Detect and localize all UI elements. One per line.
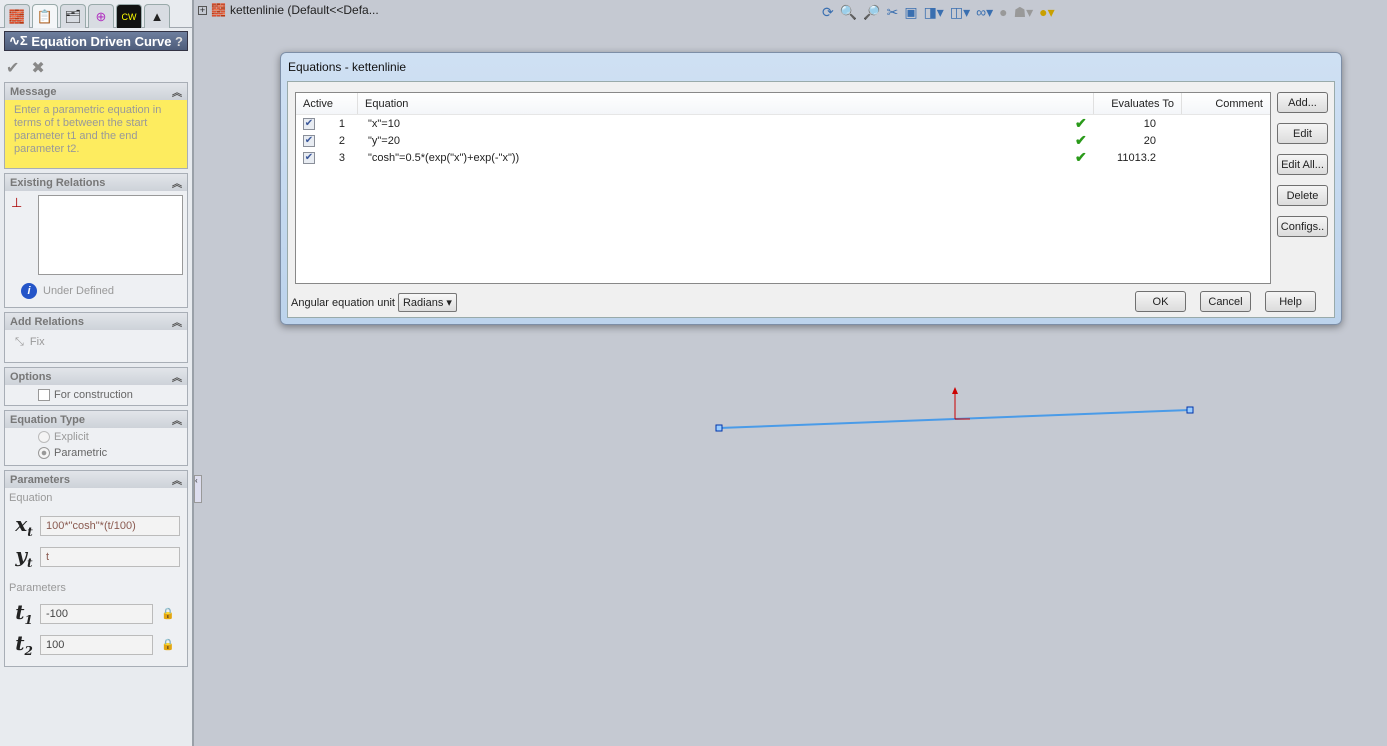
angular-unit-label: Angular equation unit — [291, 296, 395, 309]
dialog-title: Equations - kettenlinie — [288, 60, 407, 74]
col-evaluates[interactable]: Evaluates To — [1094, 93, 1182, 114]
cancel-button[interactable]: Cancel — [1200, 291, 1251, 312]
valid-check-icon: ✔ — [1075, 115, 1087, 131]
equations-dialog: Equations - kettenlinie Active Equation … — [280, 52, 1342, 325]
valid-check-icon: ✔ — [1075, 149, 1087, 165]
equation-row[interactable]: ✔ 1 "x"=10 ✔ 10 — [296, 115, 1270, 132]
active-checkbox[interactable]: ✔ — [303, 151, 315, 164]
evaluated-value: 20 — [1143, 134, 1156, 147]
angular-unit-select[interactable]: Radians ▾ — [397, 293, 457, 312]
equation-row[interactable]: ✔ 3 "cosh"=0.5*(exp("x")+exp(-"x")) ✔ 11013.… — [296, 149, 1270, 166]
curve-endpoint — [715, 424, 723, 432]
col-active[interactable]: Active — [296, 93, 358, 114]
equation-text: "cosh"=0.5*(exp("x")+exp(-"x")) — [368, 151, 520, 164]
equation-row[interactable]: ✔ 2 "y"=20 ✔ 20 — [296, 132, 1270, 149]
evaluated-value: 11013.2 — [1117, 151, 1156, 164]
delete-button[interactable]: Delete — [1277, 185, 1328, 206]
configs-button[interactable]: Configs.. — [1277, 216, 1328, 237]
edit-button[interactable]: Edit — [1277, 123, 1328, 144]
col-equation[interactable]: Equation — [358, 93, 1094, 114]
help-button[interactable]: Help — [1265, 291, 1316, 312]
edit-all-button[interactable]: Edit All... — [1277, 154, 1328, 175]
active-checkbox[interactable]: ✔ — [303, 117, 315, 130]
curve-endpoint — [1186, 406, 1194, 414]
active-checkbox[interactable]: ✔ — [303, 134, 315, 147]
add-button[interactable]: Add... — [1277, 92, 1328, 113]
valid-check-icon: ✔ — [1075, 132, 1087, 148]
col-comment[interactable]: Comment — [1182, 93, 1270, 114]
equations-table: Active Equation Evaluates To Comment ✔ 1 "… — [295, 92, 1271, 284]
equation-text: "x"=10 — [368, 117, 400, 130]
equation-text: "y"=20 — [368, 134, 400, 147]
ok-button[interactable]: OK — [1135, 291, 1186, 312]
evaluated-value: 10 — [1143, 117, 1156, 130]
